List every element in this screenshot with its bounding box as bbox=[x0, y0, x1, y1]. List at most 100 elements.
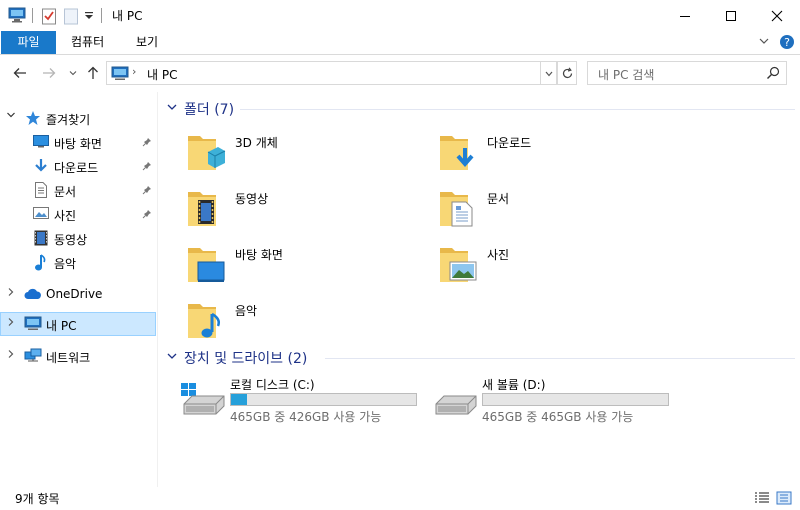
tab-view[interactable]: 보기 bbox=[124, 31, 170, 54]
downloads-folder-icon bbox=[438, 130, 478, 174]
nav-label: 네트워크 bbox=[46, 351, 91, 365]
nav-label: 다운로드 bbox=[54, 161, 99, 175]
large-icons-view-icon[interactable] bbox=[776, 491, 792, 505]
help-icon[interactable]: ? bbox=[779, 34, 795, 53]
nav-item-documents[interactable]: 문서 bbox=[0, 178, 156, 202]
nav-item-videos[interactable]: 동영상 bbox=[0, 226, 156, 250]
nav-label: 동영상 bbox=[54, 233, 88, 247]
folder-label: 사진 bbox=[487, 248, 510, 262]
tab-file[interactable]: 파일 bbox=[1, 31, 56, 54]
folder-desktop[interactable]: 바탕 화면 bbox=[164, 242, 404, 292]
nav-label: 사진 bbox=[54, 209, 77, 223]
content-pane: 폴더 (7) 3D 개체 다운로드 동영상 문서 바탕 화면 사진 음악 장치 … bbox=[160, 92, 800, 487]
forward-button[interactable] bbox=[40, 64, 58, 82]
chevron-down-icon[interactable] bbox=[6, 110, 16, 123]
folder-music[interactable]: 음악 bbox=[164, 298, 404, 348]
details-view-icon[interactable] bbox=[754, 491, 770, 505]
refresh-button[interactable] bbox=[557, 61, 577, 85]
close-button[interactable] bbox=[754, 0, 800, 31]
nav-this-pc[interactable]: 내 PC bbox=[0, 312, 156, 336]
drive-usage-fill bbox=[231, 394, 247, 405]
pin-icon[interactable] bbox=[142, 184, 152, 198]
expand-ribbon-icon[interactable] bbox=[758, 35, 770, 50]
chevron-down-icon[interactable] bbox=[166, 350, 180, 366]
nav-label: 즐겨찾기 bbox=[46, 113, 91, 127]
minimize-button[interactable] bbox=[662, 0, 708, 31]
drives-group-header[interactable]: 장치 및 드라이브 (2) bbox=[166, 348, 307, 368]
chevron-right-icon[interactable] bbox=[6, 349, 16, 362]
drive-c[interactable]: 로컬 디스크 (C:) 465GB 중 426GB 사용 가능 bbox=[180, 376, 430, 426]
desktop-icon bbox=[33, 134, 49, 151]
maximize-button[interactable] bbox=[708, 0, 754, 31]
nav-label: OneDrive bbox=[46, 287, 103, 301]
properties-icon[interactable] bbox=[41, 7, 57, 25]
folder-documents[interactable]: 문서 bbox=[416, 186, 656, 236]
download-icon bbox=[33, 158, 49, 177]
breadcrumb-separator[interactable]: › bbox=[132, 65, 136, 78]
nav-item-downloads[interactable]: 다운로드 bbox=[0, 154, 156, 178]
folder-label: 바탕 화면 bbox=[235, 248, 283, 262]
folder-downloads[interactable]: 다운로드 bbox=[416, 130, 656, 180]
music-icon bbox=[34, 254, 48, 275]
search-box[interactable]: 내 PC 검색 bbox=[587, 61, 787, 85]
folder-videos[interactable]: 동영상 bbox=[164, 186, 404, 236]
nav-network[interactable]: 네트워크 bbox=[0, 344, 156, 368]
drive-name: 로컬 디스크 (C:) bbox=[230, 378, 315, 392]
nav-item-pictures[interactable]: 사진 bbox=[0, 202, 156, 226]
drive-icon bbox=[432, 382, 478, 421]
back-button[interactable] bbox=[11, 64, 29, 82]
folder-pictures[interactable]: 사진 bbox=[416, 242, 656, 292]
svg-text:?: ? bbox=[784, 36, 790, 49]
folder-label: 3D 개체 bbox=[235, 136, 278, 150]
pin-icon[interactable] bbox=[142, 160, 152, 174]
folder-label: 음악 bbox=[235, 304, 258, 318]
new-folder-icon[interactable] bbox=[63, 7, 79, 25]
up-button[interactable] bbox=[84, 64, 102, 82]
nav-item-music[interactable]: 음악 bbox=[0, 250, 156, 274]
computer-icon bbox=[24, 316, 42, 334]
recent-locations-button[interactable] bbox=[64, 64, 82, 82]
pictures-folder-icon bbox=[438, 242, 478, 286]
drive-d[interactable]: 새 볼륨 (D:) 465GB 중 465GB 사용 가능 bbox=[432, 376, 682, 426]
drive-usage-bar bbox=[230, 393, 417, 406]
search-icon[interactable] bbox=[766, 66, 780, 83]
status-bar: 9개 항목 bbox=[0, 487, 800, 510]
folder-3d-objects[interactable]: 3D 개체 bbox=[164, 130, 404, 180]
pin-icon[interactable] bbox=[142, 136, 152, 150]
group-title: 장치 및 드라이브 (2) bbox=[184, 351, 308, 367]
chevron-right-icon[interactable] bbox=[6, 317, 16, 330]
group-title: 폴더 (7) bbox=[184, 102, 235, 118]
pin-icon[interactable] bbox=[142, 208, 152, 222]
computer-icon bbox=[111, 66, 129, 84]
computer-icon[interactable] bbox=[8, 7, 26, 25]
network-icon bbox=[24, 348, 42, 367]
nav-item-desktop[interactable]: 바탕 화면 bbox=[0, 130, 156, 154]
chevron-down-icon[interactable] bbox=[166, 101, 180, 117]
nav-label: 문서 bbox=[54, 185, 77, 199]
customize-toolbar-icon[interactable] bbox=[84, 10, 94, 28]
item-count: 9개 항목 bbox=[15, 492, 60, 506]
breadcrumb[interactable]: 내 PC bbox=[147, 66, 177, 83]
navigation-pane: 즐겨찾기 바탕 화면 다운로드 문서 사진 동영상 음악 OneDrive 내 … bbox=[0, 92, 158, 487]
title-bar: 내 PC bbox=[0, 0, 800, 31]
address-bar[interactable]: › 내 PC bbox=[106, 61, 557, 85]
video-icon bbox=[34, 230, 48, 249]
system-drive-icon bbox=[180, 382, 226, 421]
folders-group-header[interactable]: 폴더 (7) bbox=[166, 99, 234, 119]
toolbar-separator bbox=[32, 8, 33, 23]
search-input[interactable]: 내 PC 검색 bbox=[598, 66, 654, 83]
folder-label: 동영상 bbox=[235, 192, 269, 206]
drive-free-space: 465GB 중 465GB 사용 가능 bbox=[482, 410, 634, 424]
star-icon bbox=[25, 110, 41, 129]
tab-computer[interactable]: 컴퓨터 bbox=[59, 31, 116, 54]
nav-onedrive[interactable]: OneDrive bbox=[0, 282, 156, 306]
chevron-right-icon[interactable] bbox=[6, 287, 16, 300]
3d-objects-folder-icon bbox=[186, 130, 226, 174]
address-dropdown-button[interactable] bbox=[540, 61, 557, 85]
folder-label: 다운로드 bbox=[487, 136, 532, 150]
drive-usage-bar bbox=[482, 393, 669, 406]
nav-label: 내 PC bbox=[46, 319, 77, 333]
drive-free-space: 465GB 중 426GB 사용 가능 bbox=[230, 410, 382, 424]
drive-name: 새 볼륨 (D:) bbox=[482, 378, 546, 392]
nav-quick-access[interactable]: 즐겨찾기 bbox=[0, 106, 156, 130]
